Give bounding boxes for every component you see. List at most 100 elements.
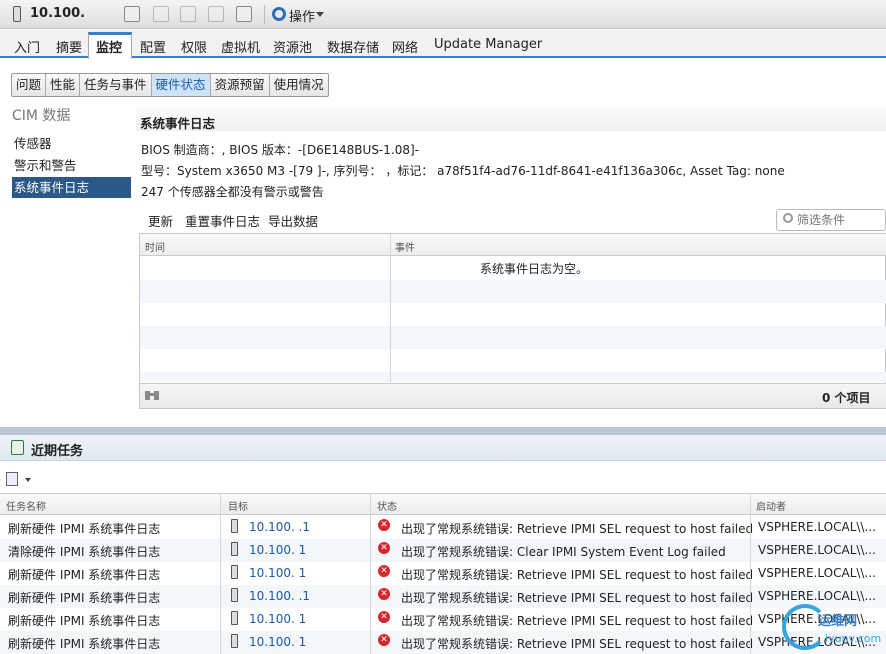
task-initiator: VSPHERE.LOCAL\\...: [758, 566, 876, 580]
host-icon: [231, 542, 238, 556]
column-divider[interactable]: [370, 493, 371, 654]
cim-data-title: CIM 数据: [12, 108, 71, 124]
task-initiator: VSPHERE.LOCAL\\...: [758, 520, 876, 534]
subtab-utilization[interactable]: 使用情况: [270, 74, 328, 96]
grid-row: [140, 280, 886, 303]
section-title: 系统事件日志: [140, 116, 216, 131]
task-target-link[interactable]: 10.100. 1: [249, 566, 306, 580]
sensor-summary: 247 个传感器全都没有警示或警告: [141, 185, 324, 199]
add-permission-icon[interactable]: [124, 6, 140, 22]
new-vm-icon[interactable]: [153, 6, 169, 22]
subtab-issues[interactable]: 问题: [12, 74, 47, 96]
table-row[interactable]: 刷新硬件 IPMI 系统事件日志 10.100. .1 ✕ 出现了常规系统错误: Re…: [0, 585, 886, 608]
task-name: 刷新硬件 IPMI 系统事件日志: [8, 614, 161, 628]
subtab-tasks-events[interactable]: 任务与事件: [80, 74, 152, 96]
item-count: 0 个项目: [822, 391, 871, 405]
task-status: 出现了常规系统错误: Retrieve IPMI SEL request to …: [401, 522, 754, 536]
table-row[interactable]: 刷新硬件 IPMI 系统事件日志 10.100. 1 ✕ 出现了常规系统错误: Ret…: [0, 631, 886, 654]
tab-getting-started[interactable]: 入门: [14, 37, 40, 56]
host-title: 10.100.: [30, 6, 86, 21]
task-target-link[interactable]: 10.100. 1: [249, 612, 306, 626]
sub-tabs: 问题 性能 任务与事件 硬件状态 资源预留 使用情况: [11, 73, 329, 97]
tab-vms[interactable]: 虚拟机: [221, 37, 260, 56]
task-name: 刷新硬件 IPMI 系统事件日志: [8, 568, 161, 582]
column-header-target[interactable]: 目标: [228, 498, 248, 513]
tab-networks[interactable]: 网络: [392, 37, 418, 56]
recent-tasks-title: 近期任务: [31, 444, 84, 459]
reset-event-log-button[interactable]: 重置事件日志: [185, 211, 260, 230]
host-icon: [231, 565, 238, 579]
task-initiator: VSPHERE.LOCAL\\...: [758, 543, 876, 557]
recent-tasks-header: [0, 435, 886, 461]
maintenance-icon[interactable]: [180, 6, 196, 22]
column-header-event[interactable]: 事件: [395, 239, 415, 254]
nav-item-alerts-warnings[interactable]: 警示和警告: [12, 155, 131, 176]
table-row[interactable]: 刷新硬件 IPMI 系统事件日志 10.100. .1 ✕ 出现了常规系统错误: Re…: [0, 516, 886, 539]
watermark-text: 运维网: [818, 614, 858, 629]
table-row[interactable]: 清除硬件 IPMI 系统事件日志 10.100. 1 ✕ 出现了常规系统错误: Cle…: [0, 539, 886, 562]
subtab-hardware-status[interactable]: 硬件状态: [151, 74, 211, 96]
filter-input[interactable]: [797, 213, 882, 227]
column-header-task-name[interactable]: 任务名称: [6, 498, 46, 513]
error-icon: ✕: [378, 542, 390, 554]
task-status: 出现了常规系统错误: Retrieve IPMI SEL request to …: [401, 591, 754, 605]
task-initiator: VSPHERE.LOCAL\\...: [758, 589, 876, 603]
host-icon: [231, 611, 238, 625]
tab-configure[interactable]: 配置: [140, 37, 166, 56]
tab-monitor[interactable]: 监控: [96, 37, 122, 56]
task-target-link[interactable]: 10.100. .1: [249, 589, 310, 603]
grid-footer: [140, 383, 886, 408]
grid-row: [140, 326, 886, 349]
tab-permissions[interactable]: 权限: [181, 37, 207, 56]
subtab-performance[interactable]: 性能: [46, 74, 81, 96]
connect-icon[interactable]: [208, 6, 224, 22]
nav-item-sensors[interactable]: 传感器: [12, 133, 131, 154]
grid-header: [140, 234, 886, 256]
task-list-icon: [11, 440, 24, 455]
panel-splitter[interactable]: [0, 427, 886, 435]
reboot-icon[interactable]: [236, 6, 252, 22]
tab-datastores[interactable]: 数据存储: [327, 37, 379, 56]
task-status: 出现了常规系统错误: Retrieve IPMI SEL request to …: [401, 568, 754, 582]
column-divider[interactable]: [750, 493, 751, 654]
host-icon: [231, 588, 238, 602]
content-header: [136, 107, 886, 131]
gear-icon[interactable]: [272, 7, 286, 21]
column-header-time[interactable]: 时间: [145, 239, 165, 254]
grid-row: [140, 349, 886, 372]
task-target-link[interactable]: 10.100. 1: [249, 635, 306, 649]
toolbar-divider: [264, 5, 265, 24]
task-name: 清除硬件 IPMI 系统事件日志: [8, 545, 161, 559]
error-icon: ✕: [378, 565, 390, 577]
tab-resource-pools[interactable]: 资源池: [273, 37, 312, 56]
task-name: 刷新硬件 IPMI 系统事件日志: [8, 637, 161, 651]
bios-info: BIOS 制造商：, BIOS 版本：-[D6E148BUS-1.08]-: [141, 143, 419, 157]
task-status: 出现了常规系统错误: Retrieve IPMI SEL request to …: [401, 637, 754, 651]
binoculars-icon[interactable]: [144, 389, 160, 401]
task-target-link[interactable]: 10.100. 1: [249, 543, 306, 557]
host-icon: [231, 634, 238, 648]
chevron-down-icon[interactable]: [316, 12, 324, 17]
column-divider[interactable]: [390, 234, 391, 382]
copy-icon[interactable]: [6, 472, 18, 486]
grid-row: [140, 372, 886, 382]
column-header-status[interactable]: 状态: [377, 498, 397, 513]
tasks-table-header: [0, 493, 886, 515]
table-row[interactable]: 刷新硬件 IPMI 系统事件日志 10.100. 1 ✕ 出现了常规系统错误: Ret…: [0, 562, 886, 585]
column-header-initiator[interactable]: 启动者: [756, 498, 786, 513]
actions-menu-button[interactable]: 操作: [289, 6, 315, 25]
tab-update-manager[interactable]: Update Manager: [434, 37, 542, 52]
task-target-link[interactable]: 10.100. .1: [249, 520, 310, 534]
table-row[interactable]: 刷新硬件 IPMI 系统事件日志 10.100. 1 ✕ 出现了常规系统错误: Ret…: [0, 608, 886, 631]
nav-item-system-event-log[interactable]: 系统事件日志: [12, 177, 131, 198]
refresh-button[interactable]: 更新: [148, 211, 173, 230]
column-divider[interactable]: [220, 493, 221, 654]
tab-summary[interactable]: 摘要: [56, 37, 82, 56]
chevron-down-icon[interactable]: [25, 478, 31, 482]
export-data-button[interactable]: 导出数据: [268, 211, 318, 230]
host-icon: [231, 519, 238, 533]
watermark-url: iyunv.com: [825, 632, 882, 645]
empty-message: 系统事件日志为空。: [480, 262, 589, 276]
subtab-resource-allocation[interactable]: 资源预留: [211, 74, 270, 96]
search-icon: [783, 213, 793, 223]
